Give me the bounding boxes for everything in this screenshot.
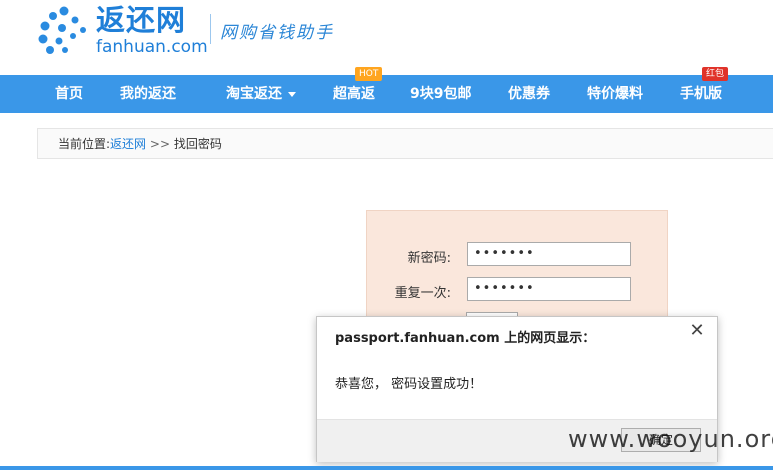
dialog-message: 恭喜您， 密码设置成功！: [335, 377, 483, 392]
nav-item-coupons[interactable]: 优惠券: [508, 75, 550, 113]
logo-dots-icon: [38, 6, 86, 54]
slogan: 网购省钱助手: [220, 23, 334, 43]
repeat-password-label: 重复一次:: [394, 286, 451, 301]
breadcrumb-current: 找回密码: [173, 137, 222, 151]
chevron-down-icon: [288, 91, 296, 97]
slogan-divider: [210, 14, 211, 44]
nav-item-taobao-label: 淘宝返还: [226, 86, 282, 102]
breadcrumb: 当前位置:返还网 >> 找回密码: [37, 128, 773, 159]
nav-item-home[interactable]: 首页: [55, 75, 83, 113]
close-icon[interactable]: ✕: [687, 321, 707, 341]
new-password-field[interactable]: •••••••: [467, 242, 631, 266]
breadcrumb-separator: >>: [149, 137, 170, 151]
logo-title[interactable]: 返还网: [96, 2, 186, 38]
red-packet-badge: 红包: [702, 67, 729, 81]
nav-item-deals[interactable]: 特价爆料: [587, 75, 643, 113]
bottom-divider: [0, 466, 773, 470]
repeat-password-field[interactable]: •••••••: [467, 277, 631, 301]
breadcrumb-home-link[interactable]: 返还网: [110, 137, 146, 151]
watermark: www.wooyun.org: [568, 425, 773, 453]
nav-item-my-rebate[interactable]: 我的返还: [120, 75, 176, 113]
breadcrumb-prefix: 当前位置:: [58, 137, 111, 151]
nav-item-free-shipping[interactable]: 9块9包邮: [410, 75, 471, 113]
main-nav: 首页 我的返还 淘宝返还 超高返 9块9包邮 优惠券 特价爆料 手机版: [0, 75, 773, 113]
site-header: 返还网 fanhuan.com 网购省钱助手: [0, 0, 773, 75]
dialog-title: passport.fanhuan.com 上的网页显示：: [335, 331, 596, 346]
nav-item-taobao-rebate[interactable]: 淘宝返还: [226, 75, 296, 113]
hot-badge: HOT: [355, 67, 383, 81]
logo-domain[interactable]: fanhuan.com: [96, 37, 208, 57]
new-password-label: 新密码:: [407, 251, 451, 266]
